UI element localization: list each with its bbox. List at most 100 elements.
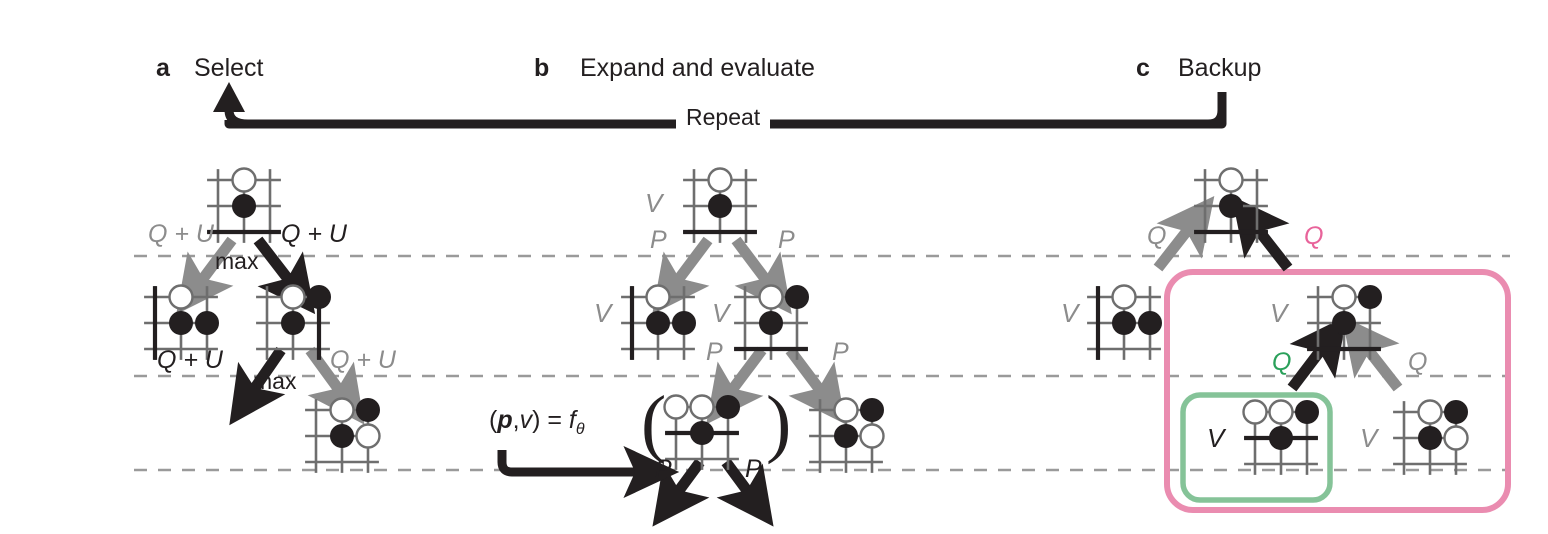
- label-a-qu-right-top: Q + U: [281, 220, 347, 248]
- go-stone-black: [1418, 426, 1442, 450]
- panel-b-title: Expand and evaluate: [580, 54, 815, 82]
- go-stone-black: [1138, 311, 1162, 335]
- label-b-v-child-left: V: [594, 298, 612, 328]
- go-stone-black: [834, 424, 858, 448]
- go-stone-black: [1112, 311, 1136, 335]
- formula-p-symbol: p: [497, 406, 513, 434]
- go-stone-white: [168, 284, 194, 310]
- go-stone-black: [169, 311, 193, 335]
- label-a-qu-left-top: Q + U: [148, 220, 214, 248]
- formula-equals: =: [540, 406, 569, 434]
- go-stone-black: [759, 311, 783, 335]
- label-c-v-leaf-green: V: [1207, 423, 1225, 453]
- board-b-level2-left: [621, 284, 696, 360]
- label-c-q-green: Q: [1272, 348, 1292, 376]
- arrow-b-root-right: [731, 236, 792, 315]
- go-stone-black: [1219, 194, 1243, 218]
- panel-b-letter: b: [534, 54, 550, 82]
- go-stone-black: [195, 311, 219, 335]
- label-b-p-mid-left: P: [706, 338, 723, 366]
- go-stone-black: [646, 311, 670, 335]
- go-stone-black: [708, 194, 732, 218]
- board-c-level2-right: [1307, 284, 1382, 360]
- go-stone-white: [355, 423, 381, 449]
- label-c-v-mid: V: [1270, 298, 1288, 328]
- go-stone-black: [232, 194, 256, 218]
- repeat-label: Repeat: [676, 106, 771, 129]
- panel-c-letter: c: [1136, 54, 1150, 82]
- go-stone-white: [707, 167, 733, 193]
- board-b-level3-right: [809, 397, 885, 473]
- label-c-q-grey-bottom: Q: [1408, 348, 1428, 376]
- formula-theta: θ: [575, 421, 585, 438]
- go-stone-black: [356, 398, 380, 422]
- label-c-q-right-top: Q: [1304, 222, 1324, 250]
- label-a-qu-left-bottom: Q + U: [157, 346, 223, 374]
- policy-value-formula: (p,v) = fθ: [489, 408, 585, 438]
- go-stone-black: [330, 424, 354, 448]
- go-stone-black: [860, 398, 884, 422]
- go-stone-white: [231, 167, 257, 193]
- go-stone-white: [689, 394, 715, 420]
- go-stone-white: [1268, 399, 1294, 425]
- board-a-level2-right: [256, 284, 331, 360]
- board-a-root: [207, 167, 281, 243]
- go-stone-white: [1417, 399, 1443, 425]
- go-stone-white: [1331, 284, 1357, 310]
- go-stone-white: [1242, 399, 1268, 425]
- formula-board-paren-close: ): [766, 381, 792, 465]
- go-stone-white: [329, 397, 355, 423]
- board-c-level2-left: [1087, 284, 1162, 360]
- label-b-v-root: V: [645, 188, 663, 218]
- label-c-v-left: V: [1061, 298, 1079, 328]
- go-stone-black: [1269, 426, 1293, 450]
- arrow-b-formula-elbow: [497, 445, 680, 499]
- go-stone-black: [785, 285, 809, 309]
- board-a-level3: [305, 397, 381, 473]
- go-stone-white: [833, 397, 859, 423]
- formula-board-paren-open: (: [641, 381, 667, 465]
- go-stone-black: [672, 311, 696, 335]
- go-stone-black: [690, 421, 714, 445]
- label-c-v-leaf-grey: V: [1360, 423, 1378, 453]
- repeat-arrow-head: [213, 82, 245, 112]
- panel-c-title: Backup: [1178, 54, 1262, 82]
- go-stone-white: [663, 394, 689, 420]
- board-b-root: [683, 167, 757, 243]
- label-a-qu-right-bottom: Q + U: [330, 346, 396, 374]
- label-c-q-left-top: Q: [1147, 222, 1167, 250]
- go-stone-black: [1358, 285, 1382, 309]
- board-b-level2-right: [734, 284, 809, 360]
- go-stone-white: [758, 284, 784, 310]
- label-b-p-leaf-right: P: [745, 455, 762, 483]
- formula-f-symbol: f: [568, 406, 576, 434]
- board-c-leaf-green: [1242, 399, 1319, 475]
- go-stone-white: [1443, 425, 1469, 451]
- panel-a-letter: a: [156, 54, 170, 82]
- go-stone-black: [307, 285, 331, 309]
- go-stone-white: [645, 284, 671, 310]
- board-c-root: [1194, 167, 1268, 243]
- arrow-b-root-left: [652, 236, 713, 315]
- formula-comma: ,: [512, 406, 520, 434]
- label-a-max-bottom: max: [253, 368, 297, 394]
- go-stone-white: [1218, 167, 1244, 193]
- go-stone-black: [716, 395, 740, 419]
- go-stone-black: [1444, 400, 1468, 424]
- figure-canvas: a Select b Expand and evaluate c Backup …: [0, 0, 1548, 534]
- go-stone-white: [1111, 284, 1137, 310]
- panel-a-title: Select: [194, 54, 264, 82]
- label-a-max-top: max: [215, 248, 259, 274]
- arrow-b-mid-right: [785, 346, 846, 425]
- formula-v-symbol: v: [519, 406, 533, 434]
- label-b-p-mid-right: P: [832, 338, 849, 366]
- label-b-p-left: P: [650, 226, 667, 254]
- go-stone-black: [1295, 400, 1319, 424]
- go-stone-white: [859, 423, 885, 449]
- go-stone-white: [280, 284, 306, 310]
- board-c-leaf-grey: [1393, 399, 1469, 475]
- go-boards: [144, 167, 1469, 475]
- label-b-p-right: P: [778, 226, 795, 254]
- board-b-leaf-evaluated: [663, 394, 740, 470]
- go-stone-black: [1332, 311, 1356, 335]
